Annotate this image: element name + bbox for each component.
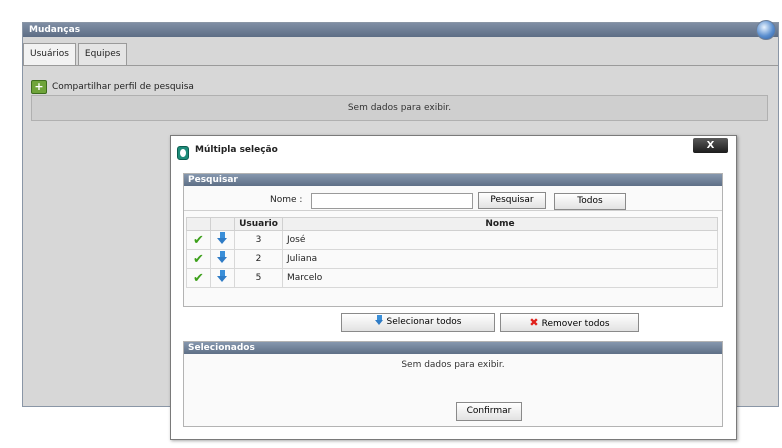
dialog-header: Múltipla seleção X [171, 136, 736, 168]
name-input[interactable] [311, 193, 473, 209]
arrow-down-icon[interactable] [210, 268, 235, 288]
remove-icon: ✖ [529, 316, 539, 329]
share-label: Compartilhar perfil de pesquisa [52, 82, 194, 92]
panel-title: Mudanças [23, 23, 778, 37]
select-all-label: Selecionar todos [386, 317, 462, 327]
header-check [186, 217, 211, 231]
tab-bar: Usuários Equipes [23, 43, 128, 65]
user-name: Marcelo [282, 268, 718, 288]
share-search-profile[interactable]: + Compartilhar perfil de pesquisa [31, 79, 194, 95]
close-button[interactable]: X [693, 138, 728, 153]
selected-no-data: Sem dados para exibir. [401, 360, 505, 370]
search-section-title: Pesquisar [184, 174, 722, 186]
search-section: Pesquisar Nome : Pesquisar Todos Usuario… [183, 173, 723, 307]
check-icon[interactable]: ✔ [186, 230, 211, 250]
dialog-app-icon [177, 146, 189, 160]
user-name: Juliana [282, 249, 718, 269]
arrow-down-icon[interactable] [210, 249, 235, 269]
dialog-title: Múltipla seleção [195, 145, 278, 155]
tab-divider [23, 65, 778, 66]
table-row[interactable]: ✔ 5 Marcelo [186, 268, 718, 288]
search-button[interactable]: Pesquisar [478, 192, 546, 209]
select-all-button[interactable]: Selecionar todos [341, 313, 495, 332]
check-icon[interactable]: ✔ [186, 249, 211, 269]
arrow-down-icon[interactable] [210, 230, 235, 250]
all-button[interactable]: Todos [554, 193, 626, 210]
globe-icon[interactable] [756, 20, 776, 40]
user-id: 5 [234, 268, 283, 288]
selected-section: Selecionados Sem dados para exibir. Conf… [183, 341, 723, 427]
header-usuario: Usuario [234, 217, 283, 231]
remove-all-button[interactable]: ✖ Remover todos [500, 313, 639, 332]
header-nome: Nome [282, 217, 718, 231]
header-move [210, 217, 235, 231]
multiple-selection-dialog: Múltipla seleção X Pesquisar Nome : Pesq… [170, 135, 737, 440]
no-data-message: Sem dados para exibir. [31, 95, 768, 121]
search-row: Nome : Pesquisar Todos [184, 191, 722, 211]
table-header-row: Usuario Nome [186, 217, 718, 231]
user-id: 2 [234, 249, 283, 269]
user-name: José [282, 230, 718, 250]
results-table: Usuario Nome ✔ 3 José ✔ 2 Juliana ✔ 5 Ma… [186, 217, 718, 288]
tab-usuarios[interactable]: Usuários [23, 43, 76, 65]
check-icon[interactable]: ✔ [186, 268, 211, 288]
confirm-button[interactable]: Confirmar [456, 402, 522, 421]
tab-equipes[interactable]: Equipes [77, 43, 128, 65]
remove-all-label: Remover todos [541, 319, 610, 329]
add-share-icon[interactable]: + [31, 80, 47, 94]
table-row[interactable]: ✔ 3 José [186, 230, 718, 250]
selected-section-title: Selecionados [184, 342, 722, 354]
arrow-down-icon [374, 315, 384, 325]
user-id: 3 [234, 230, 283, 250]
table-row[interactable]: ✔ 2 Juliana [186, 249, 718, 269]
name-label: Nome : [270, 195, 303, 205]
